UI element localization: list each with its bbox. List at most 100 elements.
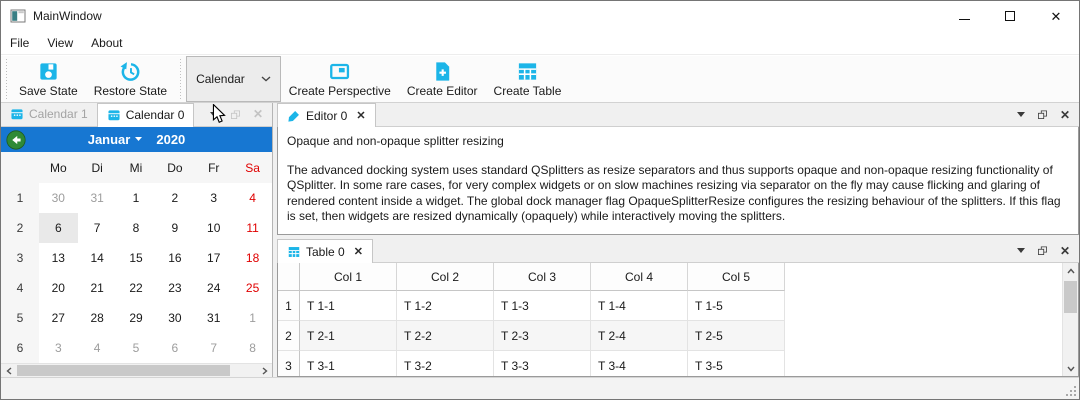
- dock-float-button[interactable]: [1036, 108, 1049, 121]
- calendar-day-cell[interactable]: 7: [78, 213, 117, 243]
- calendar-day-cell[interactable]: 11: [233, 213, 272, 243]
- calendar-day-cell[interactable]: 2: [155, 183, 194, 213]
- calendar-year-button[interactable]: 2020: [156, 132, 185, 147]
- calendar-day-cell[interactable]: 20: [39, 273, 78, 303]
- table-cell[interactable]: T 3-3: [494, 351, 591, 377]
- calendar-day-cell[interactable]: 6: [155, 333, 194, 363]
- minimize-button[interactable]: [941, 1, 987, 31]
- tab-table-0[interactable]: Table 0 ✕: [277, 239, 373, 263]
- calendar-day-cell[interactable]: 3: [194, 183, 233, 213]
- calendar-day-cell[interactable]: 25: [233, 273, 272, 303]
- calendar-day-cell[interactable]: 18: [233, 243, 272, 273]
- calendar-day-cell[interactable]: 30: [155, 303, 194, 333]
- calendar-day-cell[interactable]: 28: [78, 303, 117, 333]
- menu-about[interactable]: About: [82, 31, 131, 54]
- calendar-day-cell[interactable]: 13: [39, 243, 78, 273]
- size-grip-icon[interactable]: [1064, 384, 1077, 397]
- calendar-day-cell[interactable]: 16: [155, 243, 194, 273]
- table-cell[interactable]: T 3-2: [397, 351, 494, 377]
- dock-menu-button[interactable]: [1017, 112, 1025, 117]
- calendar-day-cell[interactable]: 31: [78, 183, 117, 213]
- calendar-day-cell[interactable]: 23: [155, 273, 194, 303]
- calendar-day-cell[interactable]: 4: [233, 183, 272, 213]
- scroll-up-button[interactable]: [1063, 263, 1078, 278]
- table-cell[interactable]: T 2-3: [494, 321, 591, 351]
- scroll-left-button[interactable]: [1, 364, 16, 377]
- calendar-day-cell[interactable]: 1: [233, 303, 272, 333]
- table-column-header[interactable]: Col 5: [688, 263, 785, 291]
- dock-close-button[interactable]: ✕: [1060, 109, 1070, 121]
- dock-float-button[interactable]: [229, 108, 242, 121]
- calendar-day-cell[interactable]: 9: [155, 213, 194, 243]
- tab-calendar-1[interactable]: Calendar 1: [1, 103, 97, 126]
- calendar-day-cell[interactable]: 8: [117, 213, 156, 243]
- table-column-header[interactable]: Col 2: [397, 263, 494, 291]
- calendar-day-cell[interactable]: 3: [39, 333, 78, 363]
- dock-close-button[interactable]: ✕: [1060, 245, 1070, 257]
- calendar-day-cell[interactable]: 4: [78, 333, 117, 363]
- table-cell[interactable]: T 1-3: [494, 291, 591, 321]
- table-cell[interactable]: T 3-1: [300, 351, 397, 377]
- calendar-day-cell[interactable]: 5: [117, 333, 156, 363]
- menu-file[interactable]: File: [1, 31, 38, 54]
- tab-close-icon[interactable]: ✕: [354, 245, 363, 258]
- dock-float-button[interactable]: [1036, 244, 1049, 257]
- calendar-prev-month-button[interactable]: [6, 130, 26, 150]
- calendar-day-cell[interactable]: 31: [194, 303, 233, 333]
- table-cell[interactable]: T 1-1: [300, 291, 397, 321]
- calendar-icon: [10, 107, 24, 121]
- table-cell[interactable]: T 2-1: [300, 321, 397, 351]
- editor-content[interactable]: Opaque and non-opaque splitter resizing …: [277, 127, 1079, 235]
- table-cell[interactable]: T 2-5: [688, 321, 785, 351]
- save-state-button[interactable]: Save State: [11, 56, 86, 102]
- calendar-day-cell[interactable]: 21: [78, 273, 117, 303]
- create-editor-button[interactable]: Create Editor: [399, 56, 486, 102]
- calendar-day-cell[interactable]: 29: [117, 303, 156, 333]
- table-cell[interactable]: T 1-2: [397, 291, 494, 321]
- create-table-button[interactable]: Create Table: [486, 56, 570, 102]
- perspective-dropdown[interactable]: Calendar: [186, 56, 281, 102]
- table-cell[interactable]: T 3-5: [688, 351, 785, 377]
- scrollbar-thumb[interactable]: [17, 365, 230, 376]
- table-column-header[interactable]: Col 1: [300, 263, 397, 291]
- calendar-day-cell[interactable]: 8: [233, 333, 272, 363]
- dock-close-button[interactable]: ✕: [253, 108, 263, 120]
- maximize-button[interactable]: [987, 1, 1033, 31]
- table-cell[interactable]: T 1-5: [688, 291, 785, 321]
- tab-editor-0[interactable]: Editor 0 ✕: [277, 103, 376, 127]
- calendar-day-cell[interactable]: 15: [117, 243, 156, 273]
- table-row-header[interactable]: 2: [278, 321, 300, 351]
- toolbar-drag-handle[interactable]: [4, 59, 9, 99]
- table-column-header[interactable]: Col 3: [494, 263, 591, 291]
- table-cell[interactable]: T 1-4: [591, 291, 688, 321]
- calendar-day-cell[interactable]: 27: [39, 303, 78, 333]
- table-column-header[interactable]: Col 4: [591, 263, 688, 291]
- calendar-day-cell[interactable]: 17: [194, 243, 233, 273]
- scroll-down-button[interactable]: [1063, 361, 1078, 376]
- calendar-day-cell[interactable]: 22: [117, 273, 156, 303]
- table-cell[interactable]: T 3-4: [591, 351, 688, 377]
- calendar-day-cell[interactable]: 6: [39, 213, 78, 243]
- calendar-month-button[interactable]: Januar: [88, 132, 131, 147]
- scrollbar-thumb[interactable]: [1064, 281, 1077, 313]
- close-button[interactable]: ✕: [1033, 1, 1079, 31]
- calendar-day-cell[interactable]: 24: [194, 273, 233, 303]
- table-row-header[interactable]: 1: [278, 291, 300, 321]
- table-vscrollbar[interactable]: [1062, 263, 1078, 376]
- scroll-right-button[interactable]: [257, 364, 272, 377]
- tab-calendar-0[interactable]: Calendar 0: [97, 103, 195, 127]
- calendar-day-cell[interactable]: 1: [117, 183, 156, 213]
- create-perspective-button[interactable]: Create Perspective: [281, 56, 399, 102]
- restore-state-button[interactable]: Restore State: [86, 56, 175, 102]
- calendar-day-cell[interactable]: 10: [194, 213, 233, 243]
- table-row-header[interactable]: 3: [278, 351, 300, 377]
- table-cell[interactable]: T 2-4: [591, 321, 688, 351]
- calendar-hscrollbar[interactable]: [1, 363, 272, 377]
- table-cell[interactable]: T 2-2: [397, 321, 494, 351]
- menu-view[interactable]: View: [38, 31, 82, 54]
- calendar-day-cell[interactable]: 7: [194, 333, 233, 363]
- tab-close-icon[interactable]: ✕: [356, 109, 365, 122]
- calendar-day-cell[interactable]: 14: [78, 243, 117, 273]
- dock-menu-button[interactable]: [1017, 248, 1025, 253]
- calendar-day-cell[interactable]: 30: [39, 183, 78, 213]
